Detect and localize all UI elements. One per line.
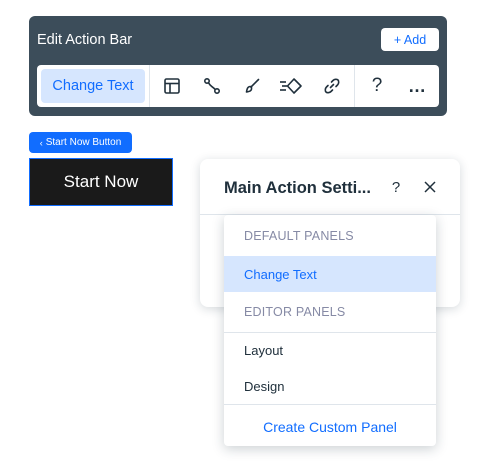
close-icon[interactable] — [420, 177, 440, 197]
element-tag-label: Start Now Button — [45, 137, 122, 148]
dropdown-item-layout[interactable]: Layout — [224, 332, 436, 368]
chevron-left-icon: ‹ — [39, 137, 43, 148]
change-text-button[interactable]: Change Text — [41, 69, 145, 103]
section-header-editor-panels: EDITOR PANELS — [244, 305, 346, 319]
help-icon[interactable]: ? — [365, 74, 389, 98]
action-bar-title: Edit Action Bar — [37, 32, 133, 48]
dropdown-item-design[interactable]: Design — [224, 368, 436, 404]
layout-icon[interactable] — [160, 74, 184, 98]
toolbar-divider — [149, 65, 150, 107]
toolbar-divider — [354, 65, 355, 107]
add-button[interactable]: + Add — [381, 28, 439, 51]
panel-help-icon[interactable]: ? — [389, 177, 403, 197]
more-icon[interactable]: … — [405, 74, 429, 98]
connect-icon[interactable] — [200, 74, 224, 98]
design-brush-icon[interactable] — [240, 74, 264, 98]
dropdown-divider — [224, 404, 436, 405]
start-now-button[interactable]: Start Now — [29, 158, 173, 206]
section-header-default-panels: DEFAULT PANELS — [244, 229, 354, 243]
dropdown-item-change-text[interactable]: Change Text — [224, 256, 436, 292]
animation-icon[interactable] — [279, 74, 303, 98]
link-icon[interactable] — [320, 74, 344, 98]
panel-dropdown-menu: DEFAULT PANELS Change Text EDITOR PANELS… — [224, 215, 436, 446]
action-toolbar: Change Text ? … — [37, 65, 439, 107]
create-custom-panel-button[interactable]: Create Custom Panel — [224, 407, 436, 446]
edit-action-bar: Edit Action Bar + Add Change Text ? … — [29, 16, 447, 116]
panel-title: Main Action Setti... — [224, 179, 371, 197]
element-tag[interactable]: ‹ Start Now Button — [29, 132, 132, 153]
